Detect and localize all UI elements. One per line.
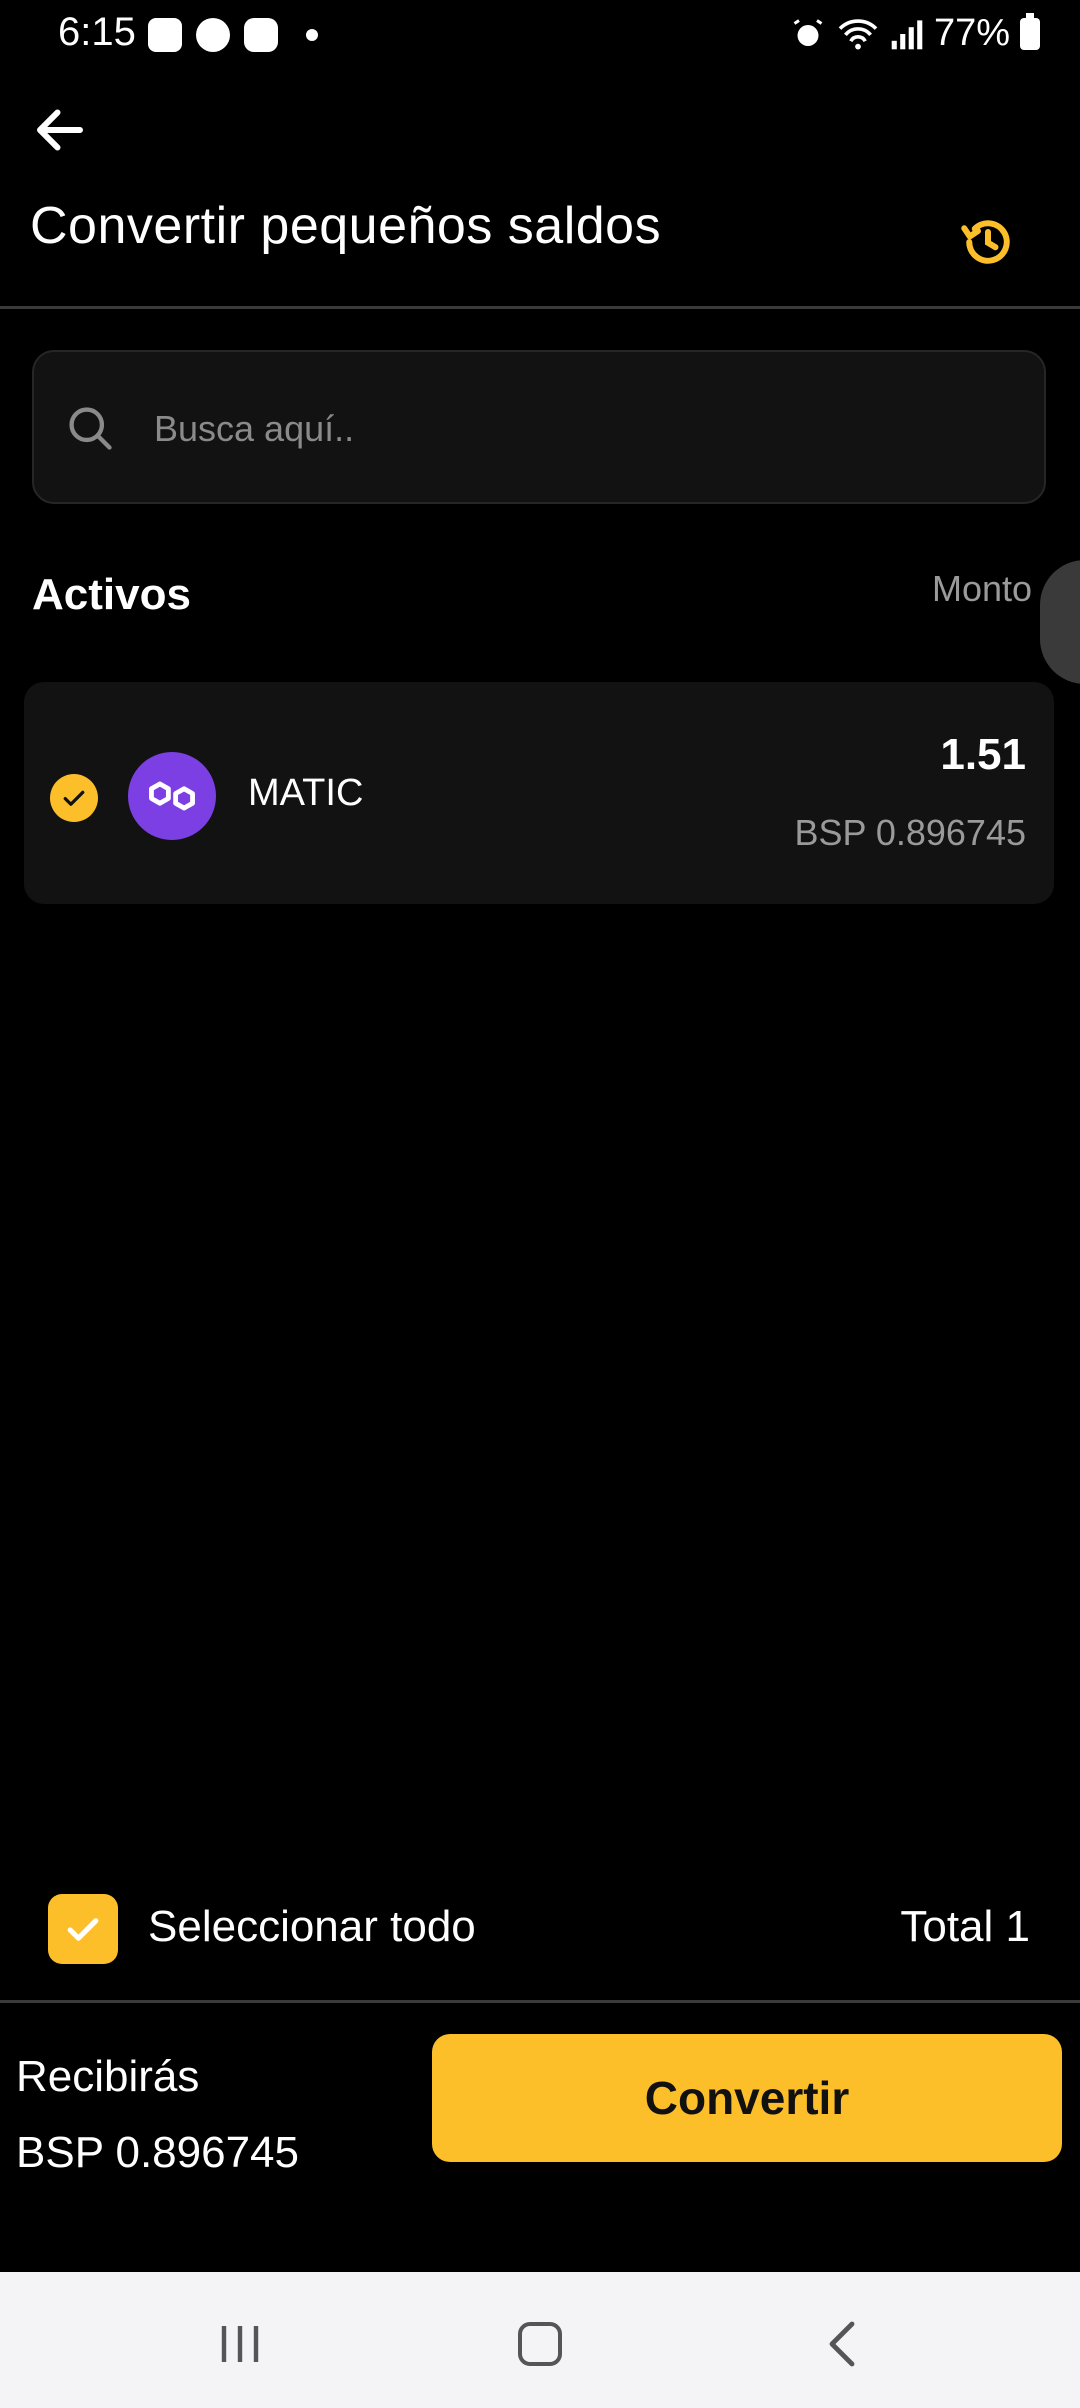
- status-right: 77%: [790, 12, 1040, 55]
- status-bar: 6:15 77%: [0, 0, 1080, 70]
- convert-button[interactable]: Convertir: [432, 2034, 1062, 2162]
- signal-icon: [891, 19, 923, 49]
- check-icon: [67, 1918, 99, 1941]
- search-input[interactable]: [152, 392, 1016, 466]
- status-time: 6:15: [58, 10, 136, 54]
- back-button[interactable]: [30, 100, 90, 160]
- history-button[interactable]: [958, 212, 1018, 272]
- assets-heading: Activos: [32, 570, 191, 619]
- more-notifications-icon: [306, 29, 318, 41]
- asset-row-matic[interactable]: MATIC 1.51 BSP 0.896745: [24, 682, 1054, 904]
- footer-divider: [0, 2000, 1080, 2003]
- token-symbol: MATIC: [248, 772, 364, 814]
- check-icon: [63, 790, 85, 806]
- page-title: Convertir pequeños saldos: [30, 197, 662, 255]
- alarm-icon: [793, 18, 823, 46]
- history-icon: [961, 220, 1010, 264]
- pinterest-icon: [196, 18, 230, 52]
- system-nav-bar: [0, 2272, 1080, 2408]
- select-all-checkbox[interactable]: [48, 1894, 118, 1964]
- search-icon: [69, 407, 112, 450]
- total-count: Total 1: [900, 1902, 1030, 1951]
- battery-percent: 77%: [933, 12, 1010, 54]
- instagram-icon: [244, 18, 278, 52]
- nav-back-icon[interactable]: [826, 2320, 856, 2368]
- home-icon[interactable]: [518, 2322, 562, 2366]
- wifi-icon: [838, 18, 878, 49]
- floating-edge-handle[interactable]: [1040, 560, 1080, 684]
- header-divider: [0, 306, 1080, 309]
- asset-checkbox[interactable]: [50, 774, 98, 822]
- battery-icon: [1020, 12, 1040, 50]
- gallery-icon: [148, 18, 182, 52]
- recent-apps-icon[interactable]: [218, 2324, 262, 2364]
- receive-value: BSP 0.896745: [16, 2128, 299, 2177]
- notification-icons: [148, 18, 318, 52]
- polygon-icon: [128, 752, 216, 840]
- select-all-label[interactable]: Seleccionar todo: [148, 1902, 476, 1952]
- token-value: BSP 0.896745: [794, 812, 1026, 853]
- receive-label: Recibirás: [16, 2052, 200, 2101]
- amount-column-label: Monto: [932, 568, 1033, 609]
- arrow-left-icon: [37, 109, 83, 151]
- token-amount: 1.51: [940, 730, 1026, 779]
- search-box[interactable]: [32, 350, 1046, 504]
